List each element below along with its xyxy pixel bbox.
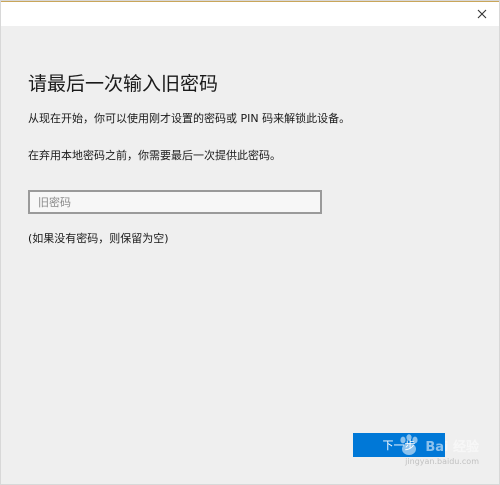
title-bar [1, 1, 499, 27]
dialog-content: 请最后一次输入旧密码 从现在开始，你可以使用刚才设置的密码或 PIN 码来解锁此… [1, 26, 499, 484]
dialog-window: 请最后一次输入旧密码 从现在开始，你可以使用刚才设置的密码或 PIN 码来解锁此… [0, 0, 500, 485]
page-title: 请最后一次输入旧密码 [28, 73, 219, 95]
watermark-name: Bai 经验 [425, 439, 479, 455]
empty-password-hint: (如果没有密码，则保留为空) [28, 232, 169, 245]
close-icon [477, 9, 487, 19]
old-password-input[interactable] [28, 190, 322, 214]
baidu-paw-icon [400, 434, 418, 455]
watermark: Bai 经验 jingyan.baidu.com [397, 434, 479, 466]
description-unlock-info: 从现在开始，你可以使用刚才设置的密码或 PIN 码来解锁此设备。 [28, 112, 351, 125]
watermark-domain: jingyan.baidu.com [405, 457, 479, 466]
description-password-reminder: 在弃用本地密码之前，你需要最后一次提供此密码。 [28, 149, 281, 162]
close-button[interactable] [469, 4, 495, 24]
